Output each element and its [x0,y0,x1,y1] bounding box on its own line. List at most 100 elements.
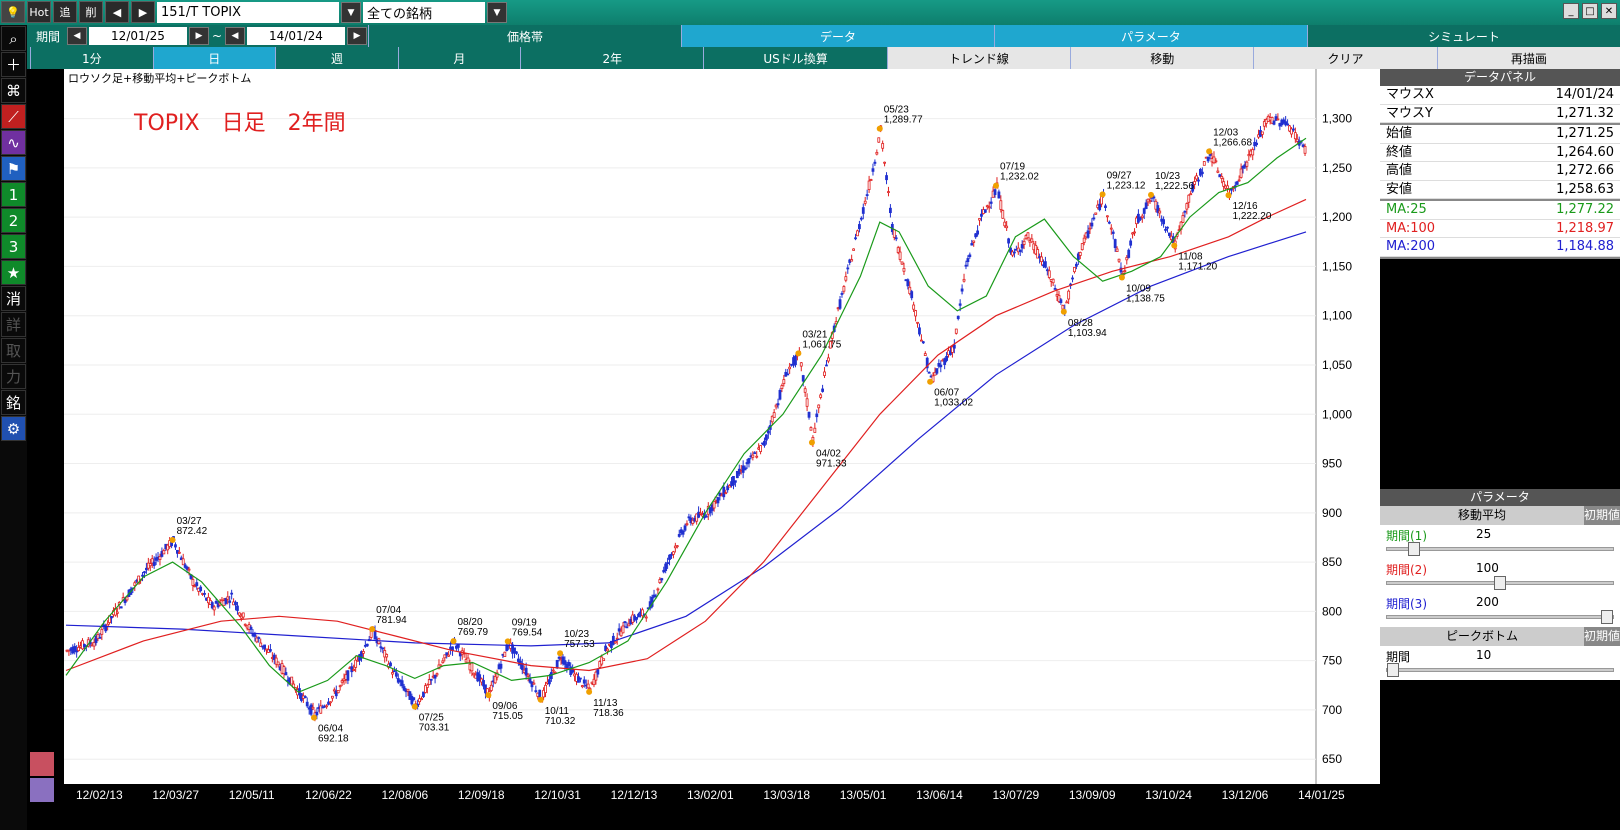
tab-clear[interactable]: クリア [1253,47,1437,69]
next-arrow-icon[interactable]: ▶ [131,1,155,23]
candle-body [1206,156,1210,162]
x-tick-label: 13/09/09 [1069,788,1116,802]
candle-body [712,501,716,509]
candle-body [968,254,972,258]
p1-value[interactable]: 25 [1476,527,1491,541]
hot-button[interactable]: Hot [27,1,51,23]
tab-weekly[interactable]: 週 [275,47,398,69]
pb-slider-knob[interactable] [1387,662,1399,677]
p3-slider-knob[interactable] [1601,609,1613,624]
indicator-small-icon[interactable] [30,778,54,802]
from-prev-icon[interactable]: ◀ [67,27,87,45]
erase-button[interactable]: 消 [1,286,26,311]
from-date-field[interactable]: 12/01/25 [89,27,187,45]
tab-simulate[interactable]: シミュレート [1307,25,1620,47]
search-icon[interactable]: ⌕ [1,26,26,51]
add-button[interactable]: 追 [53,1,77,23]
candle-body [1013,251,1016,254]
tab-monthly[interactable]: 月 [397,47,521,69]
candle-body [747,458,751,464]
indicator-icon[interactable]: ∿ [1,130,26,155]
candle-body [716,497,720,504]
chart-icon[interactable]: ⟋ [1,104,26,129]
peak-marker [1118,274,1125,281]
peak-marker [1225,192,1232,199]
candle-body [734,480,737,483]
tab-trendline[interactable]: トレンド線 [886,47,1071,69]
p1-slider-knob[interactable] [1408,541,1421,556]
tab-daily[interactable]: 日 [152,47,276,69]
candle-body [627,623,631,627]
detail-button[interactable]: 詳 [1,312,26,337]
tab-price-band[interactable]: 価格帯 [368,25,681,47]
stock-button[interactable]: 銘 [1,390,26,415]
peak-marker [876,125,883,132]
flag-icon[interactable]: ⚑ [1,156,26,181]
candle-body [538,689,542,698]
universe-field[interactable]: 全ての銘柄 [363,2,485,23]
candlestick-chart[interactable]: 1,300 1,250 1,200 1,150 1,100 1,050 1,000 950 90… [64,69,1380,784]
tab-usd[interactable]: USドル換算 [703,47,886,69]
pb-slider[interactable] [1386,662,1614,677]
tab-move[interactable]: 移動 [1070,47,1254,69]
left-toolbar: ⌕ ＋ ⌘ ⟋ ∿ ⚑ 1 2 3 ★ 消 詳 取 力 銘 ⚙ [0,25,27,830]
candle-body [257,637,261,639]
tab-parameter[interactable]: パラメータ [994,25,1307,47]
candle-body [997,191,1001,199]
candle-body [1195,175,1198,180]
star-button[interactable]: ★ [1,260,26,285]
slot-1-button[interactable]: 1 [1,182,26,207]
universe-dropdown-icon[interactable]: ▼ [487,2,507,23]
tab-2year[interactable]: 2年 [520,47,703,69]
p3-value[interactable]: 200 [1476,595,1499,609]
slot-3-button[interactable]: 3 [1,234,26,259]
take-button[interactable]: 取 [1,338,26,363]
gear-icon[interactable]: ⚙ [1,416,26,441]
y-tick-label: 1,150 [1322,259,1352,273]
candle-body [1123,270,1127,273]
to-prev-icon[interactable]: ◀ [225,27,245,45]
p3-slider[interactable] [1386,609,1614,624]
candle-body [1067,290,1071,300]
minimize-icon[interactable]: _ [1563,3,1579,19]
candle-body [644,616,648,619]
delete-button[interactable]: 削 [79,1,103,23]
tab-redraw[interactable]: 再描画 [1436,47,1620,69]
maximize-icon[interactable]: □ [1582,3,1598,19]
pb-value[interactable]: 10 [1476,648,1491,662]
p2-slider[interactable] [1386,575,1614,590]
tab-data[interactable]: データ [681,25,994,47]
candle-body [850,259,854,262]
tab-1min[interactable]: 1分 [30,47,153,69]
crosshair-icon[interactable]: ＋ [1,52,26,77]
symbol-dropdown-icon[interactable]: ▼ [341,2,361,23]
candle-body [1158,210,1162,214]
slot-2-button[interactable]: 2 [1,208,26,233]
chart-area[interactable]: 1,300 1,250 1,200 1,150 1,100 1,050 1,000 950 90… [64,69,1380,784]
close-icon[interactable]: ✕ [1601,3,1617,19]
chart-small-icon[interactable] [30,752,54,776]
force-button[interactable]: 力 [1,364,26,389]
candle-body [1117,258,1121,262]
candle-body [635,616,638,620]
candle-body [844,276,848,281]
symbol-field[interactable]: 151/T TOPIX [157,2,339,23]
p2-value[interactable]: 100 [1476,561,1499,575]
from-next-icon[interactable]: ▶ [189,27,209,45]
prev-arrow-icon[interactable]: ◀ [105,1,129,23]
candle-body [110,616,113,619]
p2-slider-knob[interactable] [1494,575,1506,590]
peak-marker [537,696,544,703]
camera-icon[interactable]: ⌘ [1,78,26,103]
candle-body [1133,231,1136,234]
pb-reset-button[interactable]: 初期値 [1584,626,1620,646]
peak-marker [557,650,564,657]
to-next-icon[interactable]: ▶ [347,27,367,45]
lightbulb-icon[interactable]: 💡 [1,1,25,23]
p1-slider[interactable] [1386,541,1614,556]
to-date-field[interactable]: 14/01/24 [247,27,345,45]
ma-reset-button[interactable]: 初期値 [1584,505,1620,525]
low-row: 安値 1,258.63 [1380,180,1620,199]
candle-body [1237,179,1241,182]
candle-body [782,379,786,385]
